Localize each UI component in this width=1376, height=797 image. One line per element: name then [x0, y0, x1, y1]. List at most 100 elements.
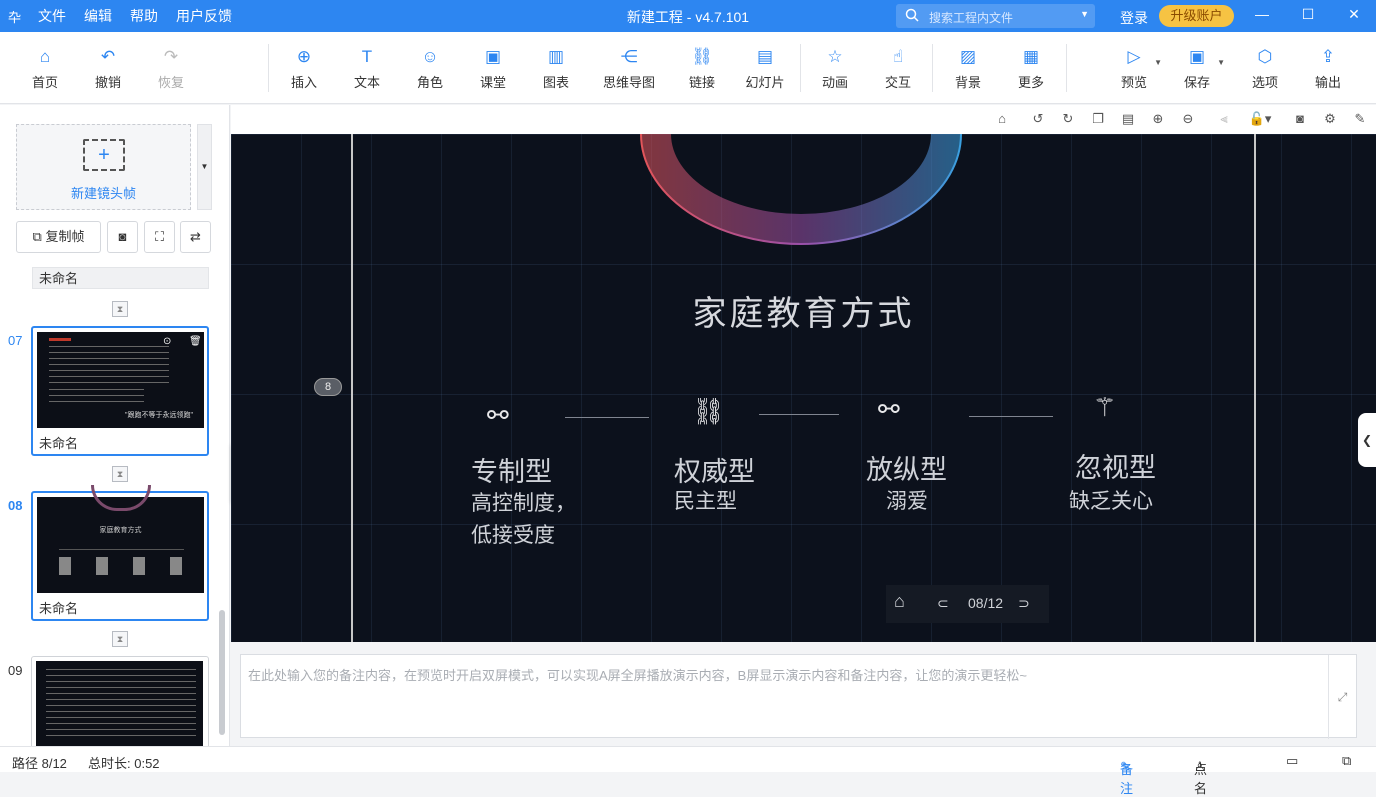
edit-icon[interactable]: ✎ [1352, 111, 1368, 127]
classroom-button[interactable]: ▣ 课堂 [463, 32, 523, 104]
new-frame-button[interactable]: + 新建镜头帧 [16, 124, 191, 210]
magic-wand-icon: ⚚ [1093, 392, 1117, 422]
insert-button[interactable]: ⊕ 插入 [274, 32, 334, 104]
home-icon[interactable]: ⌂ [894, 591, 905, 612]
frame-thumbnail-09[interactable] [31, 656, 209, 746]
home-label: 首页 [31, 75, 58, 90]
copy-icon[interactable]: ❐ [1090, 111, 1106, 127]
home-view-icon[interactable]: ⌂ [994, 111, 1010, 126]
save-button[interactable]: ▣ 保存 ▼ [1167, 32, 1227, 104]
canvas-stage[interactable]: 家庭教育方式 8 ⚯ 专制型 高控制度， 低接受度 ⛓ 权威型 民主型 ⚯ 放纵… [231, 134, 1376, 642]
transition-icon[interactable]: ⧗ [112, 301, 128, 317]
switch-frame-button[interactable]: ⇄ [180, 221, 211, 253]
rotate-right-icon[interactable]: ↻ [1060, 111, 1076, 127]
more-icon: ▦ [1022, 47, 1040, 66]
close-icon[interactable]: ✕ [1344, 6, 1364, 23]
export-button[interactable]: ⇪ 输出 [1298, 32, 1358, 104]
toolbar-divider [268, 44, 269, 92]
character-label: 角色 [416, 75, 443, 90]
frame-name-06[interactable]: 未命名 [32, 267, 209, 289]
link-icon: ⚯ [487, 400, 509, 430]
preview-button[interactable]: ▷ 预览 ▼ [1104, 32, 1164, 104]
expand-icon[interactable]: ⤢ [1328, 655, 1356, 739]
export-icon: ⇪ [1320, 47, 1336, 66]
maximize-icon[interactable]: ☐ [1298, 6, 1318, 23]
toolbar-divider [932, 44, 933, 92]
settings-icon[interactable]: ⊙ [163, 336, 171, 347]
save-dropdown-icon[interactable]: ▼ [1217, 58, 1225, 67]
slideshow-icon: ▤ [756, 47, 774, 66]
screen-icon[interactable]: ▭ [1286, 753, 1298, 769]
fit-frame-button[interactable]: ⛶ [144, 221, 175, 253]
undo-icon: ↶ [100, 47, 116, 66]
thumb-sphere [91, 485, 151, 511]
main-toolbar: ⌂ 首页 ↶ 撤销 ↷ 恢复 ⊕ 插入 T 文本 ☺ 角色 ▣ 课堂 ▥ 图表 ⋲ 思维导图 ⛓ 链… [0, 32, 1376, 104]
search-icon [905, 8, 919, 25]
zoom-in-icon[interactable]: ⊕ [1150, 111, 1166, 127]
preview-dropdown-icon[interactable]: ▼ [1154, 58, 1162, 67]
home-button[interactable]: ⌂ 首页 [15, 32, 75, 104]
login-button[interactable]: 登录 [1120, 8, 1148, 28]
frame-number-07: 07 [8, 333, 23, 348]
menu-edit[interactable]: 编辑 [84, 6, 112, 26]
undo-button[interactable]: ↶ 撤销 [78, 32, 138, 104]
new-frame-dropdown-icon[interactable]: ▼ [197, 124, 212, 210]
interaction-button[interactable]: ☝ 交互 [868, 32, 928, 104]
transition-icon[interactable]: ⧗ [112, 631, 128, 647]
slide-title[interactable]: 家庭教育方式 [231, 286, 1376, 335]
fit-icon: ⛶ [154, 229, 165, 244]
redo-button[interactable]: ↷ 恢复 [141, 32, 201, 104]
copy-icon: ⧉ [32, 229, 46, 244]
rotate-left-icon[interactable]: ↺ [1030, 111, 1046, 127]
transition-icon[interactable]: ⧗ [112, 466, 128, 482]
frames-panel: + 新建镜头帧 ▼ ⧉ 复制帧 ◙ ⛶ ⇄ 未命名 ⧗ 07 "跟跑不等于永远领… [0, 105, 230, 746]
options-icon: ⬡ [1257, 47, 1273, 66]
menu-help[interactable]: 帮助 [130, 6, 158, 26]
frame-thumbnail-08[interactable]: 家庭教育方式 未命名 [31, 485, 209, 621]
copy-frame-button[interactable]: ⧉ 复制帧 [16, 221, 101, 253]
character-button[interactable]: ☺ 角色 [400, 32, 460, 104]
more-button[interactable]: ▦ 更多 [1001, 32, 1061, 104]
menu-feedback[interactable]: 用户反馈 [176, 6, 232, 26]
frame-thumbnail-07[interactable]: "跟跑不等于永远领跑" ⊙ 🗑 未命名 [31, 326, 209, 456]
chart-button[interactable]: ▥ 图表 [526, 32, 586, 104]
frame-settings-icon[interactable]: ⚙ [1322, 111, 1338, 127]
menu-file[interactable]: 文件 [38, 6, 66, 26]
align-icon[interactable]: ⫷ [1216, 111, 1232, 127]
zoom-out-icon[interactable]: ⊖ [1180, 111, 1196, 127]
search-input[interactable]: 搜索工程内文件 ▼ [896, 4, 1095, 28]
thumb-text-lines [46, 669, 196, 739]
mindmap-label: 思维导图 [602, 75, 655, 90]
thumb-line [59, 549, 184, 550]
connector-line [565, 417, 649, 418]
link-button[interactable]: ⛓ 链接 [672, 32, 732, 104]
link-icon: ⚯ [878, 394, 900, 424]
expand-right-panel-button[interactable]: ❮ [1358, 413, 1376, 467]
broken-link-icon: ⛓ [692, 396, 726, 426]
prev-icon[interactable]: ⊂ [937, 595, 949, 612]
text-button[interactable]: T 文本 [337, 32, 397, 104]
delete-icon[interactable]: 🗑 [189, 336, 202, 347]
animation-button[interactable]: ☆ 动画 [805, 32, 865, 104]
lock-icon[interactable]: 🔓▾ [1246, 111, 1274, 127]
page-indicator: 08/12 [968, 595, 1004, 611]
title-bar: 卆 文件 编辑 帮助 用户反馈 新建工程 - v4.7.101 搜索工程内文件 … [0, 0, 1376, 32]
options-button[interactable]: ⬡ 选项 [1235, 32, 1295, 104]
camera-button[interactable]: ◙ [107, 221, 138, 253]
search-dropdown-icon[interactable]: ▼ [1080, 9, 1089, 19]
background-button[interactable]: ▨ 背景 [938, 32, 998, 104]
home-icon: ⌂ [39, 47, 51, 66]
copy-frame-label: 复制帧 [45, 229, 85, 244]
minimize-icon[interactable]: — [1252, 6, 1272, 22]
next-icon[interactable]: ⊃ [1018, 595, 1030, 612]
notes-textarea[interactable]: 在此处输入您的备注内容，在预览时开启双屏模式，可以实现A屏全屏播放演示内容，B屏… [240, 654, 1357, 739]
window-icon[interactable]: ⧉ [1342, 753, 1351, 769]
frames-scrollbar[interactable] [219, 610, 225, 735]
notes-label: 备注 [1120, 762, 1134, 796]
frame-number-badge[interactable]: 8 [314, 378, 342, 396]
paste-icon[interactable]: ▤ [1120, 111, 1136, 127]
mindmap-button[interactable]: ⋲ 思维导图 [599, 32, 659, 104]
upgrade-button[interactable]: 升级账户 [1159, 5, 1234, 27]
screenshot-icon[interactable]: ◙ [1292, 111, 1308, 126]
slideshow-button[interactable]: ▤ 幻灯片 [735, 32, 795, 104]
